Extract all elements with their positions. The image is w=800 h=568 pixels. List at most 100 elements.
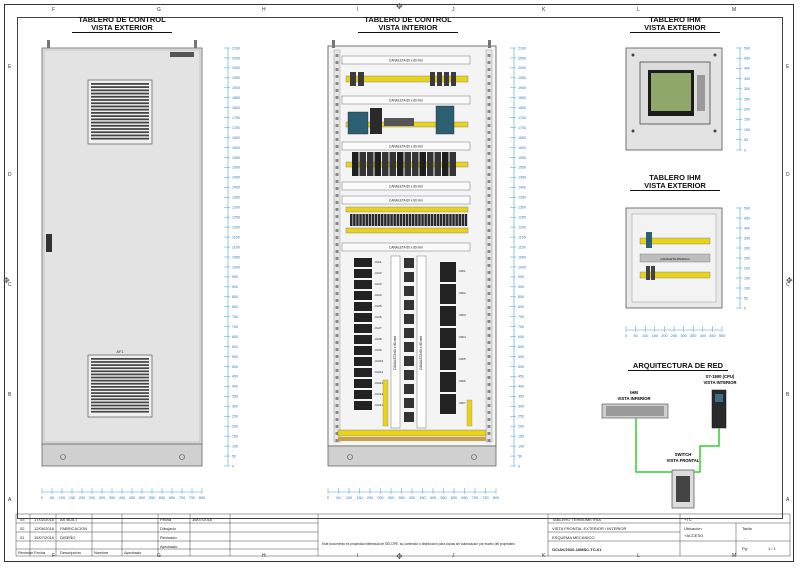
terminal-block	[436, 214, 440, 226]
terminal-label: -XAI11	[374, 370, 383, 374]
terminal-group	[404, 272, 414, 282]
rail-hole	[335, 334, 339, 337]
terminal-block	[350, 214, 353, 226]
terminal-block	[415, 214, 418, 226]
scale-tick-label: 500	[232, 365, 238, 369]
rail-hole	[487, 292, 491, 295]
scale-tick-label: 250	[232, 415, 238, 419]
rail-hole	[335, 131, 339, 134]
scale-tick-label: 1000	[518, 265, 526, 269]
terminal-label: -XAI7	[374, 326, 382, 330]
rail-hole	[487, 376, 491, 379]
scale-tick-label: 1750	[518, 116, 526, 120]
scale-tick-label: 150	[69, 496, 75, 500]
scale-tick-label: 0	[518, 464, 520, 468]
role-reviewed: Revisado	[160, 535, 177, 540]
louver-slat	[91, 361, 149, 363]
terminal-group	[354, 302, 372, 311]
rail-hole	[487, 110, 491, 113]
scale-tick-label: 750	[189, 496, 195, 500]
scale-tick-label: 300	[232, 405, 238, 409]
ihm-exterior-panel	[625, 47, 723, 151]
terminal-block	[384, 214, 387, 226]
duct-label: CANALETA 60 x 60 mm	[389, 59, 423, 63]
scale-tick-label: 1850	[518, 96, 526, 100]
rev-description: DISEÑO	[60, 535, 76, 540]
document-type: ESQUEMA MECANICO	[552, 535, 595, 540]
scale-tick-label: 100	[744, 128, 750, 132]
ihm-interior-panel: CANALETA 25x40mm	[625, 207, 723, 309]
vertical-duct-label-2: CANALETA 60 x 80 mm	[419, 336, 423, 370]
louver-slat	[91, 102, 149, 105]
ihm-interior-width-scale: 0 50 100 150 200 250 300 350 400 450 500	[625, 326, 725, 338]
scale-tick-label: 1950	[518, 76, 526, 80]
io-module	[427, 152, 434, 176]
terminal-block	[396, 214, 399, 226]
scale-tick-label: 450	[419, 496, 425, 500]
hmi-label: IHM	[630, 390, 638, 395]
io-module	[419, 152, 426, 176]
door-handle-icon	[46, 234, 52, 252]
rail-hole	[335, 68, 339, 71]
scale-tick-label: 1350	[518, 196, 526, 200]
scale-tick-label: 700	[179, 496, 185, 500]
rail-hole	[335, 397, 339, 400]
terminal-label: -XDI5	[458, 357, 466, 361]
terminal-group	[440, 394, 456, 414]
louver-slat	[91, 105, 149, 108]
louver-slat	[91, 392, 149, 394]
rail-hole	[487, 432, 491, 435]
terminal-group	[440, 328, 456, 348]
louver-slat	[91, 395, 149, 398]
scale-tick-label: 250	[744, 97, 750, 101]
louver-slat	[91, 410, 149, 413]
title-block: 03 17/02/2016 AS BUILT 02 12/06/2016 FAB…	[16, 514, 790, 560]
louver-slat	[91, 99, 149, 101]
terminal-block	[412, 214, 415, 226]
scale-tick-label: 1100	[232, 245, 240, 249]
rail-hole	[487, 103, 491, 106]
rail-hole	[487, 152, 491, 155]
scale-tick-label: 1400	[232, 186, 240, 190]
io-module	[404, 152, 411, 176]
scale-tick-label: 300	[680, 334, 686, 338]
terminal-block	[461, 214, 465, 226]
drawing-subtitle: VISTA FRONTAL EXTERIOR / INTERIOR	[552, 526, 627, 531]
rail-hole	[487, 89, 491, 92]
scale-tick-label: 1800	[518, 106, 526, 110]
scale-tick-label: 300	[744, 87, 750, 91]
terminal-block	[418, 214, 421, 226]
equipment-code: +TC	[684, 517, 692, 522]
drawing-canvas: AF1 210020502000195019001850180017501700…	[15, 40, 791, 557]
scale-tick-label: 350	[232, 395, 238, 399]
scale-tick-label: 650	[232, 335, 238, 339]
rail-hole	[487, 348, 491, 351]
rail-hole	[487, 264, 491, 267]
rail-hole	[335, 159, 339, 162]
rail-hole	[487, 425, 491, 428]
terminal-block	[430, 214, 434, 226]
power-supply	[347, 111, 369, 135]
rail-hole	[335, 348, 339, 351]
rail-hole	[487, 82, 491, 85]
rail-hole	[335, 110, 339, 113]
terminal-group	[440, 262, 456, 282]
scale-tick-label: 850	[232, 295, 238, 299]
duct-label: CANALETA 60 x 60 mm	[389, 185, 423, 189]
scale-tick-label: 300	[518, 405, 524, 409]
hmi-screen	[651, 73, 691, 111]
terminal-group	[354, 357, 372, 366]
rail-hole	[335, 341, 339, 344]
rail-hole	[335, 285, 339, 288]
terminal-block	[427, 214, 430, 226]
terminal-block	[374, 214, 378, 226]
terminal-label: -XDI7	[458, 401, 466, 405]
terminal-group	[404, 300, 414, 310]
terminal-label: -XAI1	[374, 260, 382, 264]
io-module	[359, 152, 366, 176]
scale-tick-label: 450	[709, 334, 715, 338]
date-header: Fecha	[34, 550, 46, 555]
terminal-block	[443, 214, 446, 226]
scale-tick-label: 150	[744, 276, 750, 280]
io-module	[412, 152, 419, 176]
